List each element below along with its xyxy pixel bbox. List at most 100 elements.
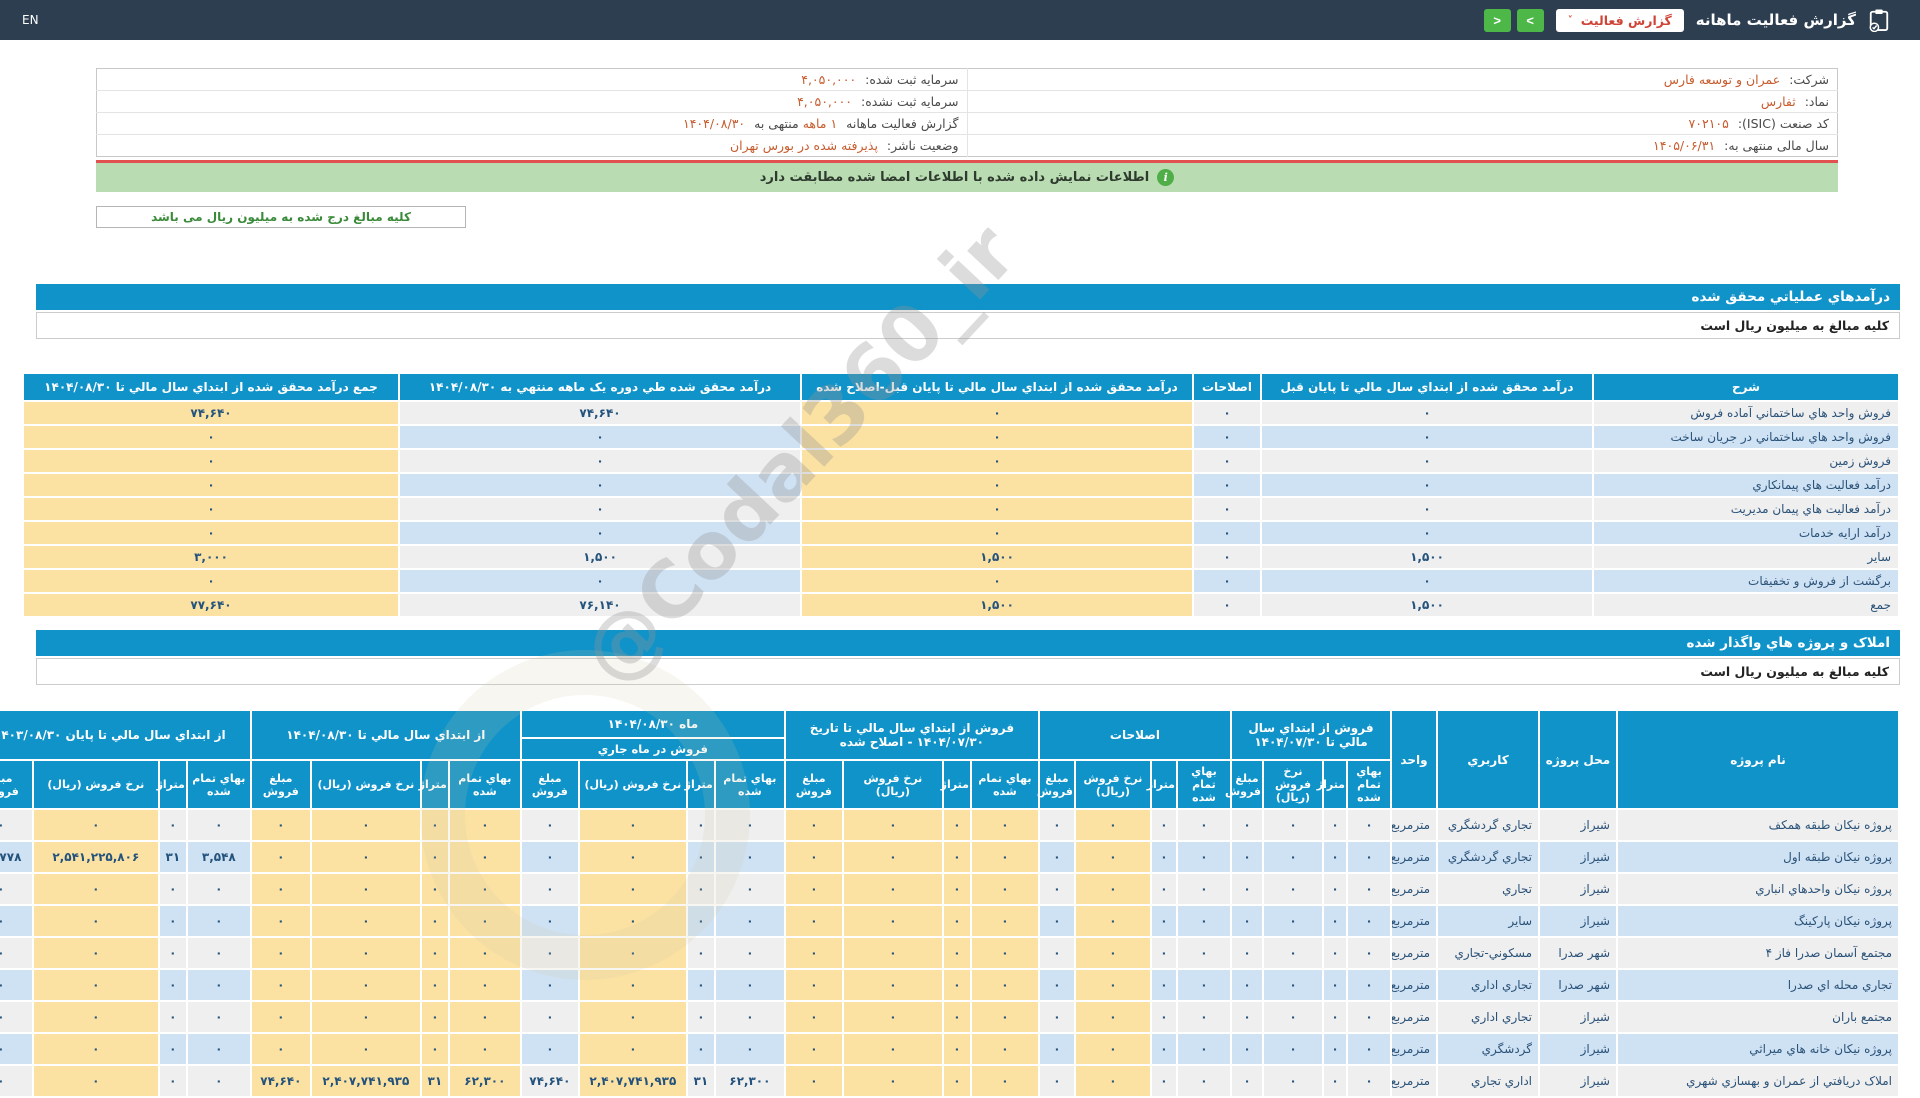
revenue-row: فروش واحد هاي ساختماني آماده فروش ۰ ۰ ۰ ۷۴,۶… [24, 402, 1898, 424]
table-cell: مترمربع [1392, 1034, 1436, 1064]
table-cell: ۰ [802, 402, 1192, 424]
revenue-row: برگشت از فروش و تخفيفات ۰ ۰ ۰ ۰ ۰ [24, 570, 1898, 592]
table-cell: ۰ [421, 970, 448, 1000]
sub-header-cost: بهاي تمام شده [715, 761, 784, 808]
company-info-table: شرکت: عمران و توسعه فارس سرمایه ثبت شده:… [96, 68, 1838, 157]
table-cell: اداري تجاري [1438, 1066, 1538, 1096]
table-cell: ۰ [1075, 842, 1150, 872]
table-cell: ۰ [33, 1034, 158, 1064]
table-cell: ۰ [0, 1066, 32, 1096]
field-value: ۱ ماهه [802, 116, 838, 131]
table-cell: ۰ [1151, 938, 1176, 968]
sub-header-area: متراژ [941, 761, 970, 808]
revenue-row: فروش زمين ۰ ۰ ۰ ۰ ۰ [24, 450, 1898, 472]
table-cell: ۰ [449, 1002, 520, 1032]
english-language-link[interactable]: EN [22, 13, 39, 27]
table-cell: ۰ [1324, 842, 1346, 872]
table-cell: ۰ [311, 938, 420, 968]
sub-header-cost: بهاي تمام شده [449, 761, 520, 808]
table-cell: ۷۴,۶۴۰ [521, 1066, 578, 1096]
table-cell: ۰ [0, 938, 32, 968]
table-cell: ۰ [1231, 842, 1262, 872]
table-cell: ۰ [579, 1034, 686, 1064]
table-cell: ۰ [971, 810, 1038, 840]
info-icon: i [1157, 169, 1175, 186]
table-cell: ۰ [187, 1066, 250, 1096]
projects-table-body: پروژه نيکان طبقه همکف شيراز تجاري گردشگري م… [0, 810, 1898, 1096]
table-cell: ۰ [449, 970, 520, 1000]
projects-group-header-row: نام پروژه محل پروژه کاربري واحد فروش از … [0, 711, 1898, 808]
field-label: نماد: [1804, 94, 1829, 109]
table-cell: ۰ [1264, 938, 1322, 968]
column-header-adjusted: درآمد محقق شده از ابتداي سال مالي تا پاي… [802, 374, 1192, 400]
chevron-down-icon: ˅ [1567, 14, 1573, 26]
isic-code-cell: کد صنعت (ISIC): ۷۰۲۱۰۵ [966, 112, 1838, 135]
table-cell: ۰ [187, 1034, 250, 1064]
company-info-row: نماد: ثفارس سرمایه ثبت نشده: ۴,۰۵۰,۰۰۰ [96, 90, 1838, 113]
table-cell: درآمد فعاليت هاي پيمانکاري [1594, 474, 1898, 496]
table-cell: ۰ [33, 874, 158, 904]
section-header-transferred-projects: املاک و پروژه هاي واگذار شده [36, 630, 1900, 656]
table-cell: ۶۲,۳۰۰ [449, 1066, 520, 1096]
table-cell: ۰ [802, 498, 1192, 520]
table-cell: ۰ [421, 1034, 448, 1064]
table-cell: ۰ [579, 842, 686, 872]
table-cell: ۰ [1075, 1066, 1150, 1096]
table-cell: ۰ [400, 450, 800, 472]
next-report-button[interactable]: > [1516, 8, 1544, 32]
table-cell: ۰ [1231, 938, 1262, 968]
table-cell: ۰ [802, 426, 1192, 448]
table-cell: ۲,۴۰۷,۷۴۱,۹۳۵ [311, 1066, 420, 1096]
table-cell: ۶۲,۳۰۰ [715, 1066, 784, 1096]
table-cell: ۰ [943, 938, 970, 968]
table-cell: ۰ [449, 842, 520, 872]
table-cell: ۷۴,۶۴۰ [400, 402, 800, 424]
table-cell: ۰ [24, 426, 398, 448]
report-type-dropdown[interactable]: گزارش فعالیت ˅ [1555, 8, 1684, 32]
top-bar-cluster: گزارش فعالیت ماهانه گزارش فعالیت ˅ > < [1483, 8, 1890, 32]
group-header-current-month: ماه ۱۴۰۴/۰۸/۳۰ [521, 711, 784, 737]
table-cell: ۰ [943, 970, 970, 1000]
table-cell: ۰ [1075, 1034, 1150, 1064]
field-label: سرمایه ثبت نشده: [861, 94, 959, 109]
table-cell: ۰ [0, 1002, 32, 1032]
table-cell: ۰ [843, 938, 942, 968]
symbol-cell: نماد: ثفارس [966, 90, 1838, 113]
company-info-row: سال مالی منتهی به: ۱۴۰۵/۰۶/۳۱ وضعیت ناشر… [97, 134, 1838, 157]
table-cell: ۳,۰۰۰ [24, 546, 398, 568]
table-cell: ۰ [187, 1002, 250, 1032]
field-value: عمران و توسعه فارس [1663, 72, 1781, 87]
table-cell: ۰ [1177, 874, 1230, 904]
table-cell: ۰ [1231, 874, 1262, 904]
table-cell: ۰ [1324, 970, 1346, 1000]
table-cell: ۰ [159, 1066, 186, 1096]
table-cell: ۰ [159, 1002, 186, 1032]
table-cell: ۰ [1194, 594, 1260, 616]
table-cell: ۰ [1177, 1002, 1230, 1032]
table-cell: ۰ [251, 906, 310, 936]
table-cell: ۰ [579, 938, 686, 968]
project-row: پروژه نيکان خانه هاي ميراثي شيراز گردشگري م… [0, 1034, 1898, 1064]
sub-header-cost: بهاي تمام شده [1177, 761, 1230, 808]
table-cell: ۰ [715, 1034, 784, 1064]
table-cell: ۰ [943, 874, 970, 904]
table-cell: ۰ [311, 970, 420, 1000]
field-value: ثفارس [1760, 94, 1796, 109]
table-cell: ۰ [0, 874, 32, 904]
table-cell: ۰ [449, 1034, 520, 1064]
table-cell: تجاري گردشگري [1438, 842, 1538, 872]
table-cell: ۰ [251, 1002, 310, 1032]
table-cell: ۰ [843, 810, 942, 840]
group-header-sales-to-0730-adjusted: فروش از ابتداي سال مالي تا تاريخ ۱۴۰۴/۰۷… [785, 711, 1038, 759]
table-cell: ۰ [1348, 1066, 1390, 1096]
sub-header-rate: نرخ فروش (ريال) [33, 761, 158, 808]
table-cell: ۰ [1348, 970, 1390, 1000]
table-cell: ۰ [1039, 970, 1074, 1000]
table-cell: ۰ [1039, 874, 1074, 904]
sub-header-amount: مبلغ فروش [251, 761, 310, 808]
table-cell: ۰ [843, 1002, 942, 1032]
previous-report-button[interactable]: < [1483, 8, 1511, 32]
table-cell: ۰ [687, 1002, 714, 1032]
field-label: کد صنعت (ISIC): [1737, 116, 1829, 131]
table-cell: ۰ [1177, 842, 1230, 872]
